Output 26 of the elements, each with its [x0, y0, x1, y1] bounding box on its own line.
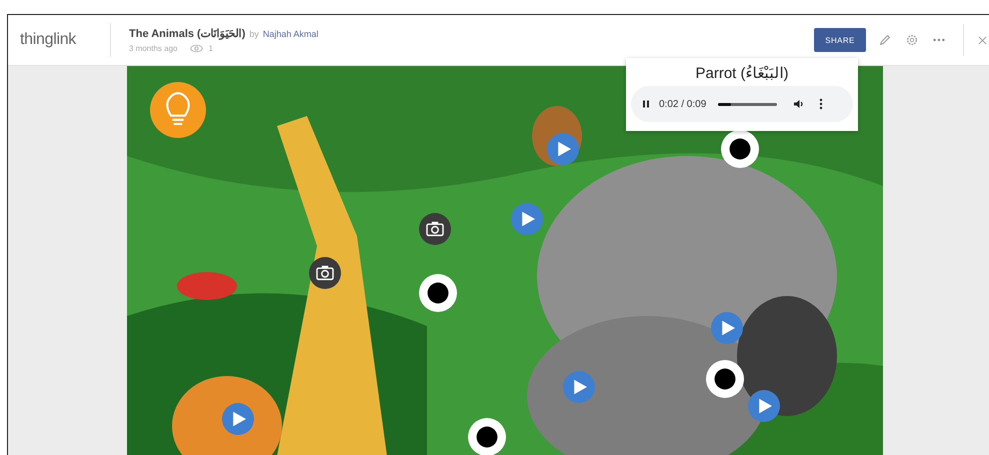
settings-icon[interactable]	[905, 33, 919, 47]
eye-icon	[190, 44, 204, 53]
share-button[interactable]: SHARE	[814, 28, 866, 52]
pencil-icon[interactable]	[878, 33, 892, 47]
more-icon[interactable]	[819, 98, 824, 110]
play-icon[interactable]	[748, 390, 780, 422]
pause-icon[interactable]	[641, 99, 651, 109]
image-title: The Animals (الحَيَوَانَات)	[129, 27, 246, 40]
time-label: 0:02 / 0:09	[659, 98, 706, 110]
camera-icon[interactable]	[419, 213, 451, 245]
dot-icon[interactable]	[721, 130, 759, 168]
author-link[interactable]: Najhah Akmal	[262, 29, 318, 39]
lightbulb-icon[interactable]	[150, 82, 206, 138]
age-label: 3 months ago	[129, 44, 178, 53]
by-label: by	[249, 29, 259, 39]
play-icon[interactable]	[711, 312, 743, 344]
dot-icon[interactable]	[706, 360, 744, 398]
dot-icon[interactable]	[419, 274, 457, 312]
audio-title: Parrot (البَبْغَاءُ)	[695, 64, 788, 82]
view-count: 1	[208, 44, 213, 53]
progress-track[interactable]	[718, 102, 778, 106]
play-icon[interactable]	[547, 133, 579, 165]
close-icon[interactable]	[978, 36, 987, 44]
camera-icon[interactable]	[309, 257, 341, 289]
volume-icon[interactable]	[793, 99, 806, 109]
logo[interactable]: thinglink	[8, 31, 110, 49]
